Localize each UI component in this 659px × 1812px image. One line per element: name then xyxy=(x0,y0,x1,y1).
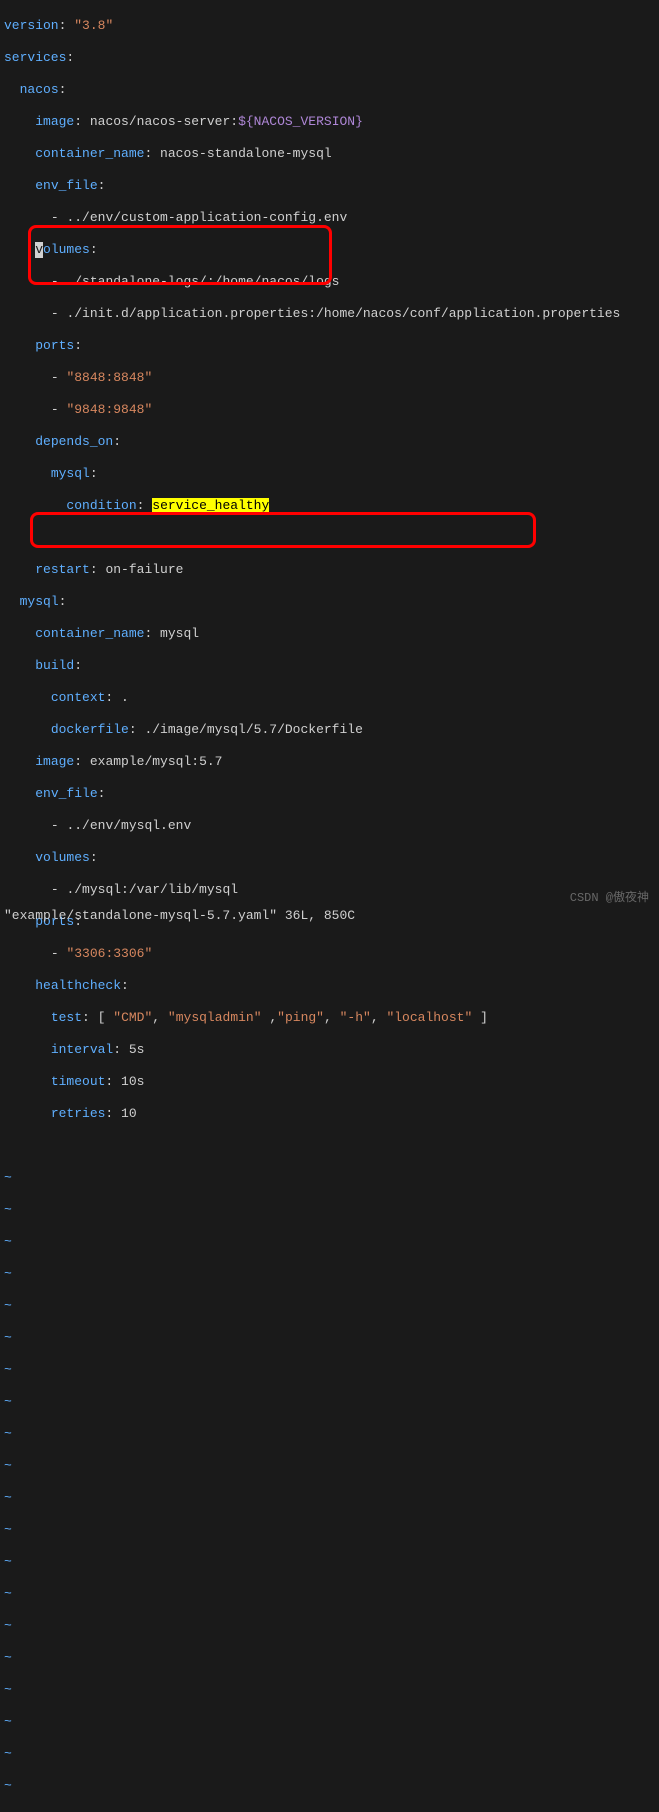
yaml-key: depends_on xyxy=(35,434,113,449)
yaml-key: retries xyxy=(51,1106,106,1121)
list-item: "9848:9848" xyxy=(66,402,152,417)
yaml-key: restart xyxy=(35,562,90,577)
empty-line-tilde: ~ xyxy=(4,1746,655,1762)
empty-line-tilde: ~ xyxy=(4,1778,655,1794)
array-item: "-h" xyxy=(340,1010,371,1025)
empty-line-tilde: ~ xyxy=(4,1298,655,1314)
list-item: ./mysql:/var/lib/mysql xyxy=(66,882,238,897)
yaml-key: image xyxy=(35,114,74,129)
yaml-key: nacos xyxy=(20,82,59,97)
yaml-value: . xyxy=(113,690,129,705)
yaml-value: example/mysql:5.7 xyxy=(82,754,222,769)
empty-line-tilde: ~ xyxy=(4,1202,655,1218)
vim-status-line: "example/standalone-mysql-5.7.yaml" 36L,… xyxy=(4,908,355,924)
yaml-key: version xyxy=(4,18,59,33)
cursor: v xyxy=(35,242,43,258)
yaml-key: healthcheck xyxy=(35,978,121,993)
yaml-key: interval xyxy=(51,1042,113,1057)
empty-line-tilde: ~ xyxy=(4,1234,655,1250)
empty-line-tilde: ~ xyxy=(4,1170,655,1186)
yaml-key: mysql xyxy=(51,466,90,481)
empty-line-tilde: ~ xyxy=(4,1618,655,1634)
empty-line-tilde: ~ xyxy=(4,1522,655,1538)
array-item: "CMD" xyxy=(113,1010,152,1025)
yaml-key: context xyxy=(51,690,106,705)
array-item: "localhost" xyxy=(386,1010,472,1025)
yaml-value: 5s xyxy=(121,1042,144,1057)
empty-line-tilde: ~ xyxy=(4,1650,655,1666)
yaml-key: ports xyxy=(35,338,74,353)
watermark: CSDN @傲夜神 xyxy=(570,890,649,906)
empty-line-tilde: ~ xyxy=(4,1362,655,1378)
empty-line-tilde: ~ xyxy=(4,1682,655,1698)
yaml-value: nacos-standalone-mysql xyxy=(152,146,331,161)
code-editor[interactable]: version: "3.8" services: nacos: image: n… xyxy=(0,0,659,1812)
yaml-key: env_file xyxy=(35,178,97,193)
list-item: ../env/mysql.env xyxy=(66,818,191,833)
yaml-key: services xyxy=(4,50,66,65)
empty-line-tilde: ~ xyxy=(4,1394,655,1410)
empty-line-tilde: ~ xyxy=(4,1266,655,1282)
yaml-key: condition xyxy=(66,498,136,513)
list-item: ./standalone-logs/:/home/nacos/logs xyxy=(66,274,339,289)
yaml-key: test xyxy=(51,1010,82,1025)
yaml-value: 10 xyxy=(113,1106,136,1121)
yaml-key: timeout xyxy=(51,1074,106,1089)
yaml-key: volumes xyxy=(35,850,90,865)
yaml-key: dockerfile xyxy=(51,722,129,737)
list-item: "3306:3306" xyxy=(66,946,152,961)
yaml-key: env_file xyxy=(35,786,97,801)
yaml-value: ./image/mysql/5.7/Dockerfile xyxy=(137,722,363,737)
empty-line-tilde: ~ xyxy=(4,1426,655,1442)
yaml-value: 10s xyxy=(113,1074,144,1089)
yaml-key: olumes xyxy=(43,242,90,257)
yaml-value: on-failure xyxy=(98,562,184,577)
yaml-key: container_name xyxy=(35,626,144,641)
yaml-key: image xyxy=(35,754,74,769)
highlighted-value: service_healthy xyxy=(152,498,269,513)
list-item: ./init.d/application.properties:/home/na… xyxy=(66,306,620,321)
yaml-key: container_name xyxy=(35,146,144,161)
empty-line-tilde: ~ xyxy=(4,1490,655,1506)
empty-line-tilde: ~ xyxy=(4,1586,655,1602)
yaml-value: mysql xyxy=(152,626,199,641)
list-item: ../env/custom-application-config.env xyxy=(66,210,347,225)
empty-line-tilde: ~ xyxy=(4,1714,655,1730)
yaml-key: mysql xyxy=(20,594,59,609)
empty-line-tilde: ~ xyxy=(4,1330,655,1346)
empty-line-tilde: ~ xyxy=(4,1458,655,1474)
list-item: "8848:8848" xyxy=(66,370,152,385)
yaml-value: "3.8" xyxy=(74,18,113,33)
array-item: "ping" xyxy=(277,1010,324,1025)
yaml-variable: ${NACOS_VERSION} xyxy=(238,114,363,129)
yaml-key: build xyxy=(35,658,74,673)
array-item: "mysqladmin" xyxy=(168,1010,262,1025)
yaml-value: nacos/nacos-server: xyxy=(82,114,238,129)
empty-line-tilde: ~ xyxy=(4,1554,655,1570)
